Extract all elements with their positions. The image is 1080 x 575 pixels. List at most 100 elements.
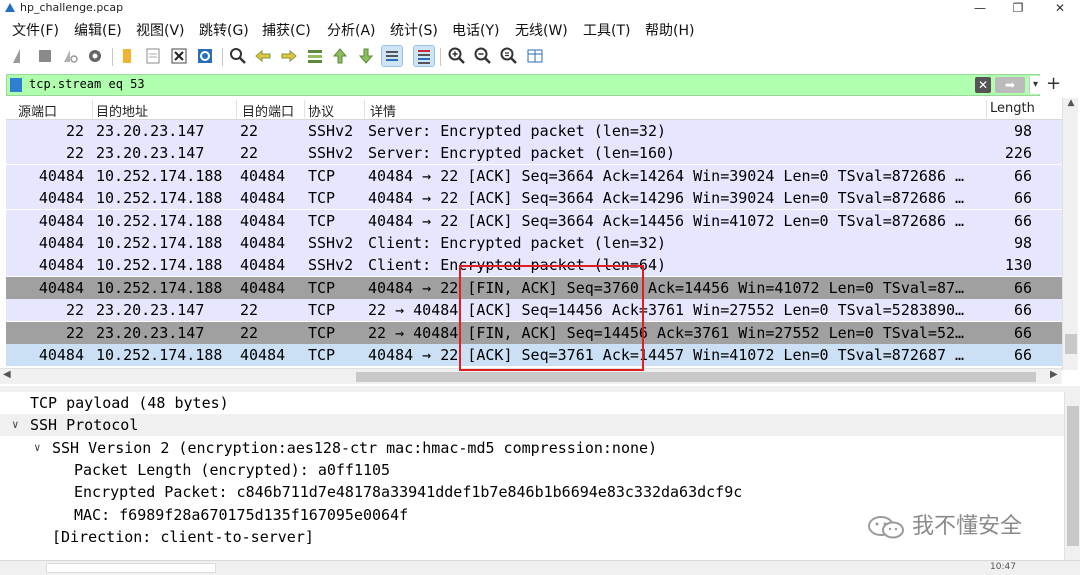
detail-text: TCP payload (48 bytes) [30, 394, 229, 412]
column-divider[interactable] [364, 100, 365, 118]
filter-history-dropdown[interactable]: ▾ [1029, 76, 1041, 94]
menu-tools[interactable]: 工具(T) [583, 20, 630, 40]
scroll-up-icon[interactable]: ▲ [1063, 98, 1079, 108]
menu-edit[interactable]: 编辑(E) [74, 20, 122, 40]
go-forward-icon[interactable] [279, 46, 299, 66]
cell-destination: 10.252.174.188 [96, 234, 223, 252]
reload-icon[interactable] [195, 46, 215, 66]
display-filter-bar[interactable]: tcp.stream eq 53 ✕ ➡ ▾ [6, 74, 1041, 96]
column-header-destination[interactable]: 目的地址 [96, 101, 148, 120]
scrollbar-thumb[interactable] [1067, 406, 1079, 546]
go-to-packet-icon[interactable] [305, 46, 325, 66]
packet-row[interactable]: 40484 10.252.174.188 40484 SSHv2 Client: Enc… [6, 232, 1062, 254]
cell-protocol: SSHv2 [308, 122, 354, 140]
column-divider[interactable] [236, 100, 237, 118]
detail-tree-item[interactable]: Packet Length (encrypted): a0ff1105 [0, 459, 1064, 481]
detail-tree-item[interactable]: ∨ SSH Protocol [0, 414, 1064, 437]
column-divider[interactable] [92, 100, 93, 118]
menu-bar: 文件(F) 编辑(E) 视图(V) 跳转(G) 捕获(C) 分析(A) 统计(S… [0, 16, 1080, 42]
shark-fin-start-icon[interactable] [10, 46, 30, 66]
colorize-icon[interactable] [413, 45, 435, 67]
column-header-dst-port[interactable]: 目的端口 [242, 101, 294, 120]
menu-file[interactable]: 文件(F) [12, 20, 59, 40]
cell-destination: 10.252.174.188 [96, 278, 223, 297]
zoom-in-icon[interactable] [447, 46, 467, 66]
cell-dst-port: 40484 [240, 166, 286, 185]
detail-text: [Direction: client-to-server] [52, 527, 314, 546]
clear-filter-icon[interactable]: ✕ [975, 77, 991, 93]
detail-text: Packet Length (encrypted): a0ff1105 [74, 460, 391, 479]
scrollbar-thumb[interactable] [1065, 334, 1077, 354]
apply-filter-icon[interactable]: ➡ [995, 77, 1025, 93]
detail-text: SSH Protocol [30, 416, 139, 435]
display-filter-input[interactable]: tcp.stream eq 53 [29, 77, 145, 91]
minimize-button[interactable]: — [960, 0, 1000, 16]
column-header-src-port[interactable]: 源端口 [18, 101, 57, 120]
packet-list-vertical-scrollbar[interactable]: ▲ [1062, 98, 1078, 370]
packet-row[interactable]: 22 23.20.23.147 22 SSHv2 Server: Encrypted p… [6, 120, 1062, 142]
cell-length: 66 [1013, 301, 1032, 320]
menu-wireless[interactable]: 无线(W) [515, 20, 568, 40]
autoscroll-icon[interactable] [381, 45, 403, 67]
packet-row[interactable]: 40484 10.252.174.188 40484 TCP 40484 → 22 [A… [6, 164, 1062, 187]
cell-length: 98 [1013, 122, 1032, 140]
cell-length: 66 [1013, 323, 1032, 342]
wireshark-fin-icon [5, 3, 15, 12]
cell-length: 98 [1013, 234, 1032, 252]
menu-telephony[interactable]: 电话(Y) [452, 20, 499, 40]
column-header-info[interactable]: 详情 [370, 101, 396, 120]
resize-columns-icon[interactable] [525, 46, 545, 66]
menu-help[interactable]: 帮助(H) [645, 20, 694, 40]
column-divider[interactable] [304, 100, 305, 118]
column-header-protocol[interactable]: 协议 [308, 101, 334, 120]
toolbar-separator [112, 48, 113, 66]
stop-icon[interactable] [35, 46, 55, 66]
menu-capture[interactable]: 捕获(C) [262, 20, 311, 40]
expand-chevron-icon[interactable]: ∨ [34, 437, 41, 459]
options-gear-icon[interactable] [85, 46, 105, 66]
scrollbar-thumb[interactable] [356, 372, 1036, 382]
detail-tree-item[interactable]: TCP payload (48 bytes) [0, 392, 1064, 414]
packet-row[interactable]: 40484 10.252.174.188 40484 TCP 40484 → 22 [A… [6, 209, 1062, 232]
cell-length: 66 [1013, 211, 1032, 230]
scroll-left-icon[interactable]: ◀ [3, 369, 11, 380]
detail-tree-item[interactable]: Encrypted Packet: c846b711d7e48178a33941… [0, 481, 1064, 503]
go-back-icon[interactable] [253, 46, 273, 66]
open-folder-icon[interactable] [117, 46, 137, 66]
packet-row[interactable]: 22 23.20.23.147 22 SSHv2 Server: Encrypted p… [6, 142, 1062, 165]
cell-src-port: 40484 [38, 234, 84, 252]
last-packet-icon[interactable] [356, 46, 376, 66]
cell-src-port: 40484 [38, 256, 84, 275]
cell-dst-port: 22 [240, 144, 259, 163]
detail-text: MAC: f6989f28a670175d135f167095e0064f [74, 505, 409, 524]
column-header-length[interactable]: Length [990, 101, 1035, 116]
cell-protocol: SSHv2 [308, 234, 354, 252]
details-vertical-scrollbar[interactable] [1064, 392, 1080, 562]
zoom-out-icon[interactable] [473, 46, 493, 66]
menu-go[interactable]: 跳转(G) [199, 20, 249, 40]
filter-bookmark-icon[interactable] [10, 78, 22, 92]
add-filter-button[interactable]: + [1046, 74, 1061, 94]
close-file-icon[interactable] [169, 46, 189, 66]
packet-row[interactable]: 40484 10.252.174.188 40484 TCP 40484 → 22 [A… [6, 187, 1062, 210]
first-packet-icon[interactable] [330, 46, 350, 66]
cell-length: 66 [1013, 278, 1032, 297]
detail-tree-item[interactable]: ∨ SSH Version 2 (encryption:aes128-ctr ma… [0, 437, 1064, 459]
column-divider[interactable] [986, 100, 987, 118]
restore-button[interactable]: ❐ [998, 0, 1038, 16]
zoom-normal-icon[interactable] [499, 46, 519, 66]
expand-chevron-icon[interactable]: ∨ [12, 414, 19, 436]
close-button[interactable]: ✕ [1040, 0, 1080, 16]
restart-icon[interactable] [60, 46, 80, 66]
menu-statistics[interactable]: 统计(S) [390, 20, 438, 40]
scroll-right-icon[interactable]: ▶ [1050, 369, 1058, 380]
save-file-icon[interactable] [143, 46, 163, 66]
cell-dst-port: 40484 [240, 189, 286, 208]
find-icon[interactable] [228, 46, 248, 66]
cell-src-port: 40484 [38, 346, 84, 364]
cell-destination: 23.20.23.147 [96, 144, 205, 163]
menu-view[interactable]: 视图(V) [136, 20, 185, 40]
cell-destination: 10.252.174.188 [96, 166, 223, 185]
status-bar: 10:47 [0, 560, 1080, 575]
menu-analyze[interactable]: 分析(A) [327, 20, 376, 40]
